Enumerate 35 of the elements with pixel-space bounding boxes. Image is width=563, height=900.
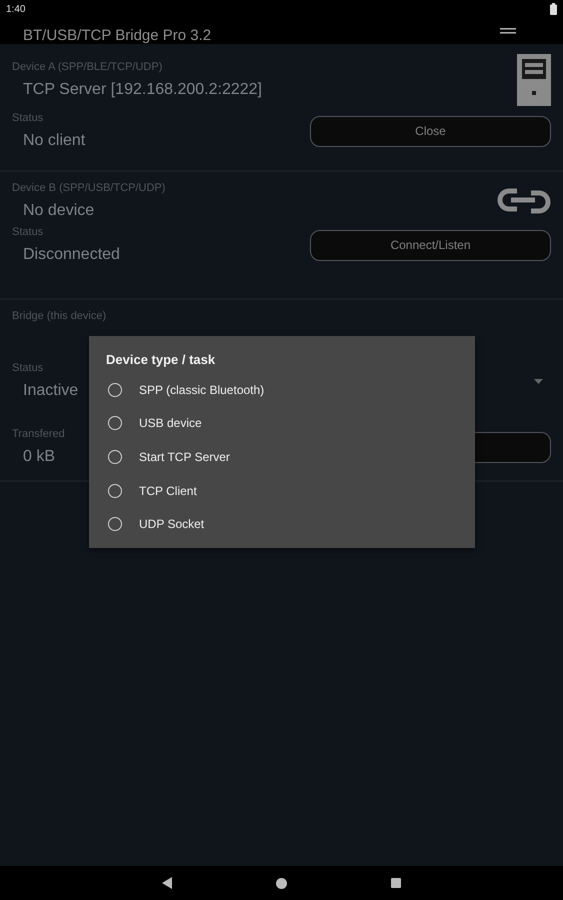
device-value: No device [22, 202, 96, 220]
app-title: BT/USB/TCP Bridge Pro 3.2 [23, 27, 212, 44]
device-value: TCP Server [192.168.200.2:2222] [22, 81, 262, 99]
status-value: Inactive [22, 382, 78, 400]
section-label: Bridge (this device) [12, 310, 108, 322]
radio-button[interactable] [108, 382, 122, 397]
dropdown-caret-icon[interactable] [534, 378, 543, 384]
option-label[interactable]: TCP Client [139, 484, 197, 498]
status-label: Status [12, 226, 44, 238]
menu-icon[interactable] [500, 28, 516, 34]
status-label: Status [12, 112, 44, 124]
radio-button[interactable] [108, 416, 122, 430]
computer-tower-icon [517, 54, 551, 106]
dialog-title: Device type / task [106, 352, 216, 367]
transfer-value: 0 kB [22, 448, 56, 466]
action-button[interactable]: Close [310, 116, 551, 146]
transfer-label: Transfered [12, 428, 65, 440]
option-label[interactable]: Start TCP Server [139, 450, 230, 464]
link-icon [497, 186, 551, 216]
radio-button[interactable] [108, 450, 122, 464]
action-button[interactable]: Connect/Listen [310, 230, 551, 260]
home-icon[interactable] [276, 878, 287, 888]
option-label[interactable]: UDP Socket [139, 517, 204, 532]
section-label: Device A (SPP/BLE/TCP/UDP) [12, 61, 164, 73]
status-label: Status [12, 362, 44, 374]
status-value: Disconnected [22, 246, 120, 264]
status-time: 1:40 [6, 4, 26, 14]
radio-button[interactable] [108, 517, 122, 532]
radio-button[interactable] [108, 484, 122, 498]
back-icon[interactable] [162, 877, 172, 889]
section-label: Device B (SPP/USB/TCP/UDP) [12, 182, 166, 194]
option-label[interactable]: USB device [139, 416, 202, 430]
status-value: No client [22, 132, 86, 150]
battery-icon [550, 3, 557, 15]
option-label[interactable]: SPP (classic Bluetooth) [139, 382, 264, 397]
